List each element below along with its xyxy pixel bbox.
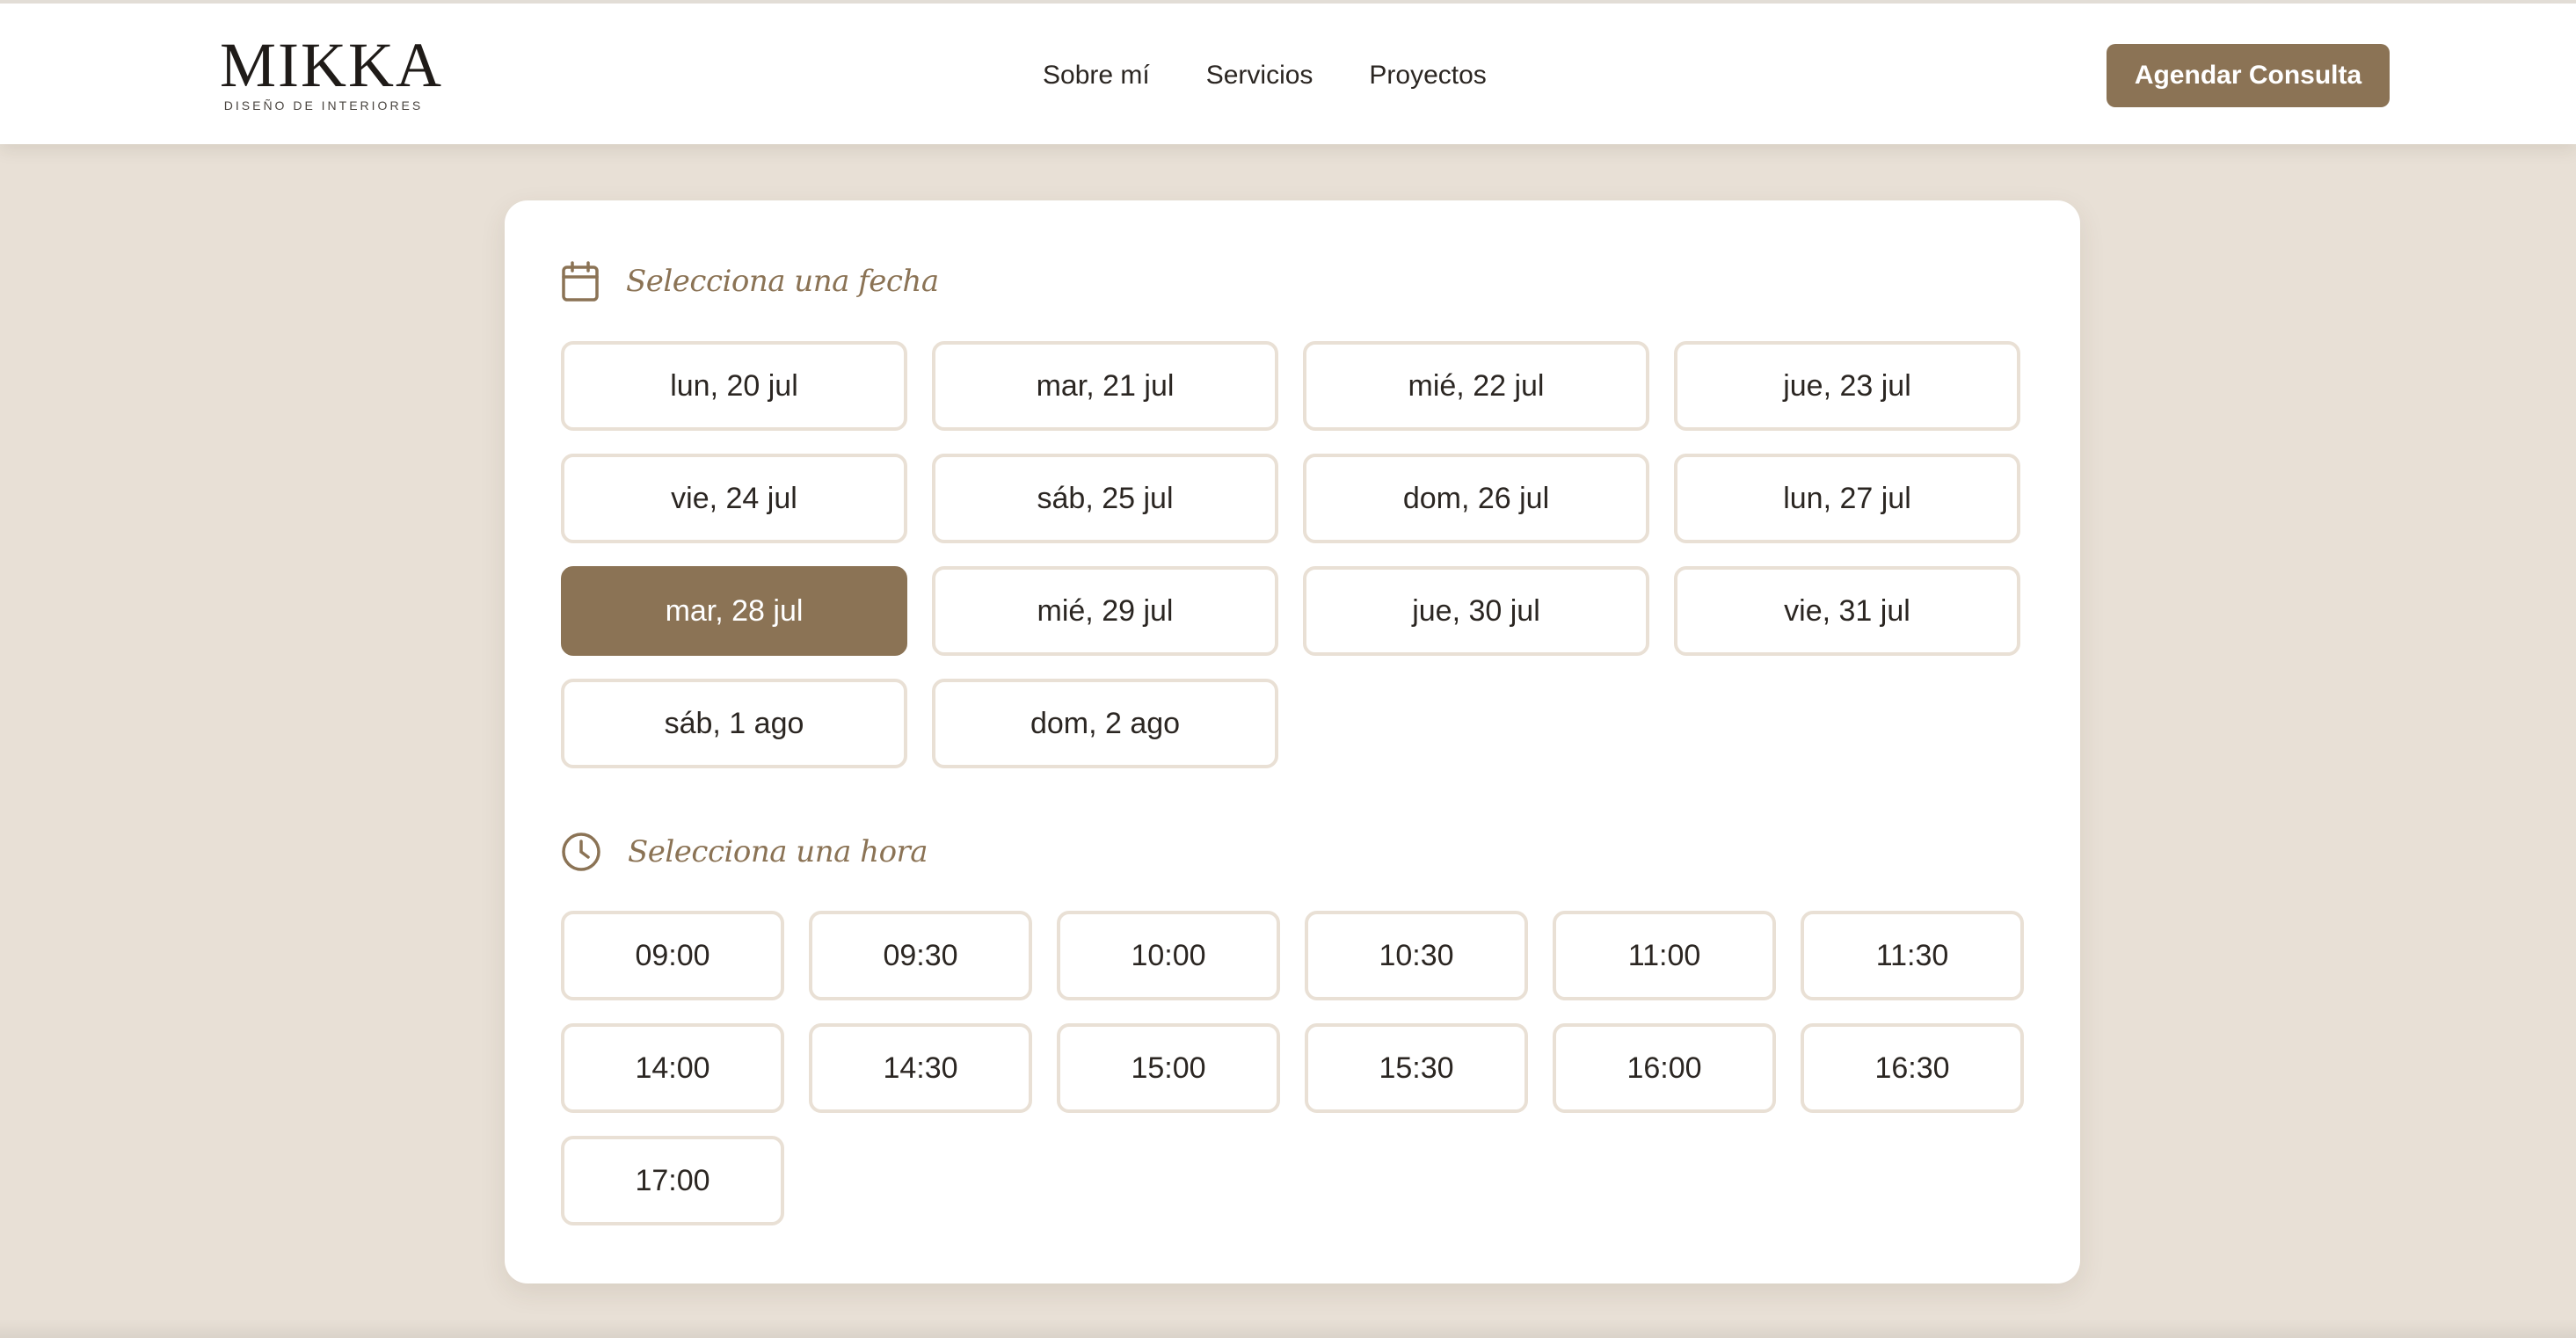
date-option[interactable]: jue, 30 jul xyxy=(1303,566,1649,656)
time-option[interactable]: 15:00 xyxy=(1057,1023,1280,1113)
logo-tagline: DISEÑO DE INTERIORES xyxy=(223,98,424,113)
date-section-title: Selecciona una fecha xyxy=(626,264,939,299)
date-section-heading: Selecciona una fecha xyxy=(561,260,939,302)
date-option[interactable]: jue, 23 jul xyxy=(1674,341,2020,431)
date-option[interactable]: dom, 26 jul xyxy=(1303,454,1649,543)
time-option[interactable]: 11:00 xyxy=(1553,911,1776,1000)
clock-icon xyxy=(561,832,601,872)
time-option[interactable]: 09:00 xyxy=(561,911,784,1000)
time-option[interactable]: 14:30 xyxy=(809,1023,1032,1113)
nav-link-servicios[interactable]: Servicios xyxy=(1206,58,1313,93)
time-options: 09:00 09:30 10:00 10:30 11:00 11:30 14:00 14:30… xyxy=(561,911,2024,1225)
time-option[interactable]: 10:00 xyxy=(1057,911,1280,1000)
nav-link-proyectos[interactable]: Proyectos xyxy=(1369,58,1486,93)
page-bottom-shadow xyxy=(0,1319,2576,1338)
logo[interactable]: MIKKA DISEÑO DE INTERIORES xyxy=(220,30,443,113)
time-option[interactable]: 14:00 xyxy=(561,1023,784,1113)
time-option[interactable]: 16:30 xyxy=(1801,1023,2024,1113)
time-section-heading: Selecciona una hora xyxy=(561,832,928,872)
date-option[interactable]: sáb, 1 ago xyxy=(561,679,907,768)
date-option[interactable]: mié, 29 jul xyxy=(932,566,1278,656)
date-option[interactable]: mié, 22 jul xyxy=(1303,341,1649,431)
date-option[interactable]: mar, 28 jul xyxy=(561,566,907,656)
date-option[interactable]: dom, 2 ago xyxy=(932,679,1278,768)
booking-card: Selecciona una fecha lun, 20 jul mar, 21 … xyxy=(505,200,2080,1283)
date-options: lun, 20 jul mar, 21 jul mié, 22 jul jue, 23… xyxy=(561,341,2024,768)
time-section-title: Selecciona una hora xyxy=(628,834,928,869)
date-option[interactable]: vie, 31 jul xyxy=(1674,566,2020,656)
time-option[interactable]: 11:30 xyxy=(1801,911,2024,1000)
calendar-icon xyxy=(561,260,600,302)
main-nav: Sobre mí Servicios Proyectos xyxy=(1043,58,1487,93)
nav-link-sobre-mi[interactable]: Sobre mí xyxy=(1043,58,1150,93)
time-option[interactable]: 09:30 xyxy=(809,911,1032,1000)
date-option[interactable]: lun, 27 jul xyxy=(1674,454,2020,543)
site-header: MIKKA DISEÑO DE INTERIORES Sobre mí Serv… xyxy=(0,0,2576,144)
date-option[interactable]: vie, 24 jul xyxy=(561,454,907,543)
logo-wordmark: MIKKA xyxy=(220,30,443,100)
time-option[interactable]: 10:30 xyxy=(1305,911,1528,1000)
date-option[interactable]: mar, 21 jul xyxy=(932,341,1278,431)
time-option[interactable]: 16:00 xyxy=(1553,1023,1776,1113)
time-option[interactable]: 17:00 xyxy=(561,1136,784,1225)
time-option[interactable]: 15:30 xyxy=(1305,1023,1528,1113)
date-option[interactable]: lun, 20 jul xyxy=(561,341,907,431)
date-option[interactable]: sáb, 25 jul xyxy=(932,454,1278,543)
agendar-consulta-button[interactable]: Agendar Consulta xyxy=(2107,44,2390,107)
